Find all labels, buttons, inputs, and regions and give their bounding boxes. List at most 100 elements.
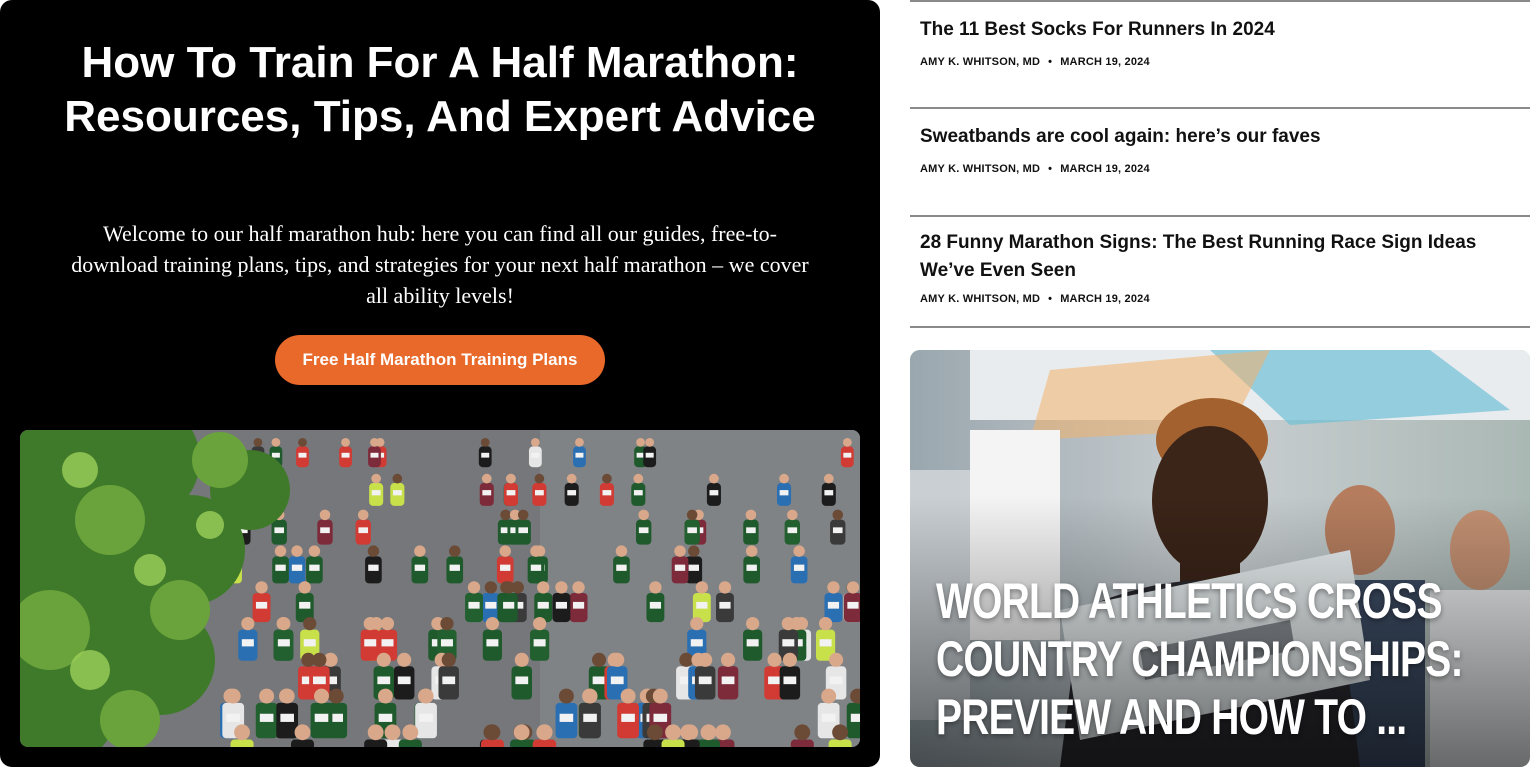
runner-head xyxy=(370,438,379,447)
runner-bib xyxy=(312,676,326,685)
article-date: MARCH 19, 2024 xyxy=(1060,293,1150,305)
runner-bib xyxy=(768,676,781,685)
runner-head xyxy=(615,545,628,557)
runner-head xyxy=(794,724,811,741)
runner-bib xyxy=(592,676,606,685)
runner-head xyxy=(633,473,644,484)
runner-head xyxy=(680,724,697,741)
runner-bib xyxy=(688,564,700,571)
article-title[interactable]: Sweatbands are cool again: here’s our fa… xyxy=(910,123,1530,151)
runner-head xyxy=(746,617,760,631)
runner-bib xyxy=(482,490,492,496)
runner-head xyxy=(402,724,419,741)
featured-article-card[interactable]: WORLD ATHLETICS CROSS COUNTRY CHAMPIONSH… xyxy=(910,350,1530,767)
hero-title: How To Train For A Half Marathon: Resour… xyxy=(64,38,816,141)
meta-separator: • xyxy=(1048,163,1053,175)
runner-bib xyxy=(485,601,497,609)
runner-head xyxy=(610,652,625,667)
runner-bib xyxy=(610,676,624,685)
runner-head xyxy=(690,617,704,631)
runner-bib xyxy=(440,639,453,647)
article-author[interactable]: AMY K. WHITSON, MD xyxy=(920,56,1040,68)
runner-head xyxy=(480,438,490,447)
runner-head xyxy=(380,617,395,631)
runner-head xyxy=(846,581,860,594)
runner-head xyxy=(781,617,795,631)
runner-head xyxy=(536,724,553,741)
runner-head xyxy=(414,545,426,557)
article-item[interactable]: Sweatbands are cool again: here’s our fa… xyxy=(910,107,1530,217)
runner-head xyxy=(721,652,736,667)
runner-head xyxy=(646,724,663,741)
article-item[interactable]: The 11 Best Socks For Runners In 2024 AM… xyxy=(910,0,1530,109)
article-title[interactable]: The 11 Best Socks For Runners In 2024 xyxy=(910,16,1530,44)
runner-bib xyxy=(259,713,274,722)
runner-head xyxy=(397,652,412,667)
runner-bib xyxy=(378,713,393,722)
runner-bib xyxy=(275,564,286,571)
runner-head xyxy=(377,688,393,704)
training-plans-button[interactable]: Free Half Marathon Training Plans xyxy=(275,335,605,385)
runner-head xyxy=(277,617,291,631)
runner-bib xyxy=(419,713,433,722)
runner-head xyxy=(530,545,542,557)
runner-bib xyxy=(371,490,381,496)
runner-head xyxy=(255,581,268,594)
runner-bib xyxy=(468,601,480,609)
runner-head xyxy=(793,545,805,557)
runner-head xyxy=(392,473,403,484)
runner-bib xyxy=(533,639,546,647)
runner-head xyxy=(312,652,327,667)
runner-bib xyxy=(537,601,549,609)
runner-head xyxy=(572,581,585,594)
featured-article-title[interactable]: WORLD ATHLETICS CROSS COUNTRY CHAMPIONSH… xyxy=(936,572,1498,746)
runner-bib xyxy=(271,452,280,458)
runner-body xyxy=(828,739,852,747)
runner-bib xyxy=(377,676,391,685)
runner-head xyxy=(575,438,584,447)
runner-head xyxy=(341,438,350,447)
runner-head xyxy=(636,438,645,447)
runner-head xyxy=(827,581,840,594)
runner-bib xyxy=(567,490,577,496)
runner-head xyxy=(592,652,607,667)
runner-head xyxy=(517,509,529,521)
runner-bib xyxy=(696,601,708,609)
runner-bib xyxy=(534,490,544,496)
runner-bib xyxy=(486,639,499,647)
runner-head xyxy=(709,473,719,484)
runner-bib xyxy=(779,490,789,496)
runner-bib xyxy=(819,639,832,647)
article-author[interactable]: AMY K. WHITSON, MD xyxy=(920,163,1040,175)
runners-illustration xyxy=(20,430,860,747)
runner-bib xyxy=(638,527,649,534)
runner-bib xyxy=(621,713,635,722)
runner-bib xyxy=(364,639,377,647)
runner-bib xyxy=(674,564,686,571)
runner-head xyxy=(718,581,732,594)
runner-head xyxy=(294,724,311,741)
runner-bib xyxy=(481,452,490,458)
runner-body xyxy=(661,739,685,747)
runner-head xyxy=(688,545,700,557)
runner-head xyxy=(665,724,681,741)
runner-head xyxy=(832,724,849,741)
runner-head xyxy=(467,581,481,594)
article-item[interactable]: 28 Funny Marathon Signs: The Best Runnin… xyxy=(910,215,1530,328)
runner-bib xyxy=(255,601,268,609)
runner-bib xyxy=(298,452,307,458)
runner-head xyxy=(555,581,568,594)
runner-bib xyxy=(575,452,584,458)
runners-photo xyxy=(20,430,860,747)
runner-bib xyxy=(291,564,303,571)
article-author[interactable]: AMY K. WHITSON, MD xyxy=(920,293,1040,305)
runner-head xyxy=(818,617,833,631)
runner-head xyxy=(291,545,303,557)
runner-bib xyxy=(850,713,860,722)
runner-bib xyxy=(500,564,511,571)
runner-bib xyxy=(787,527,798,534)
article-title[interactable]: 28 Funny Marathon Signs: The Best Runnin… xyxy=(910,229,1530,285)
runner-bib xyxy=(709,490,719,496)
runner-bib xyxy=(381,639,394,647)
runner-bib xyxy=(633,490,643,496)
